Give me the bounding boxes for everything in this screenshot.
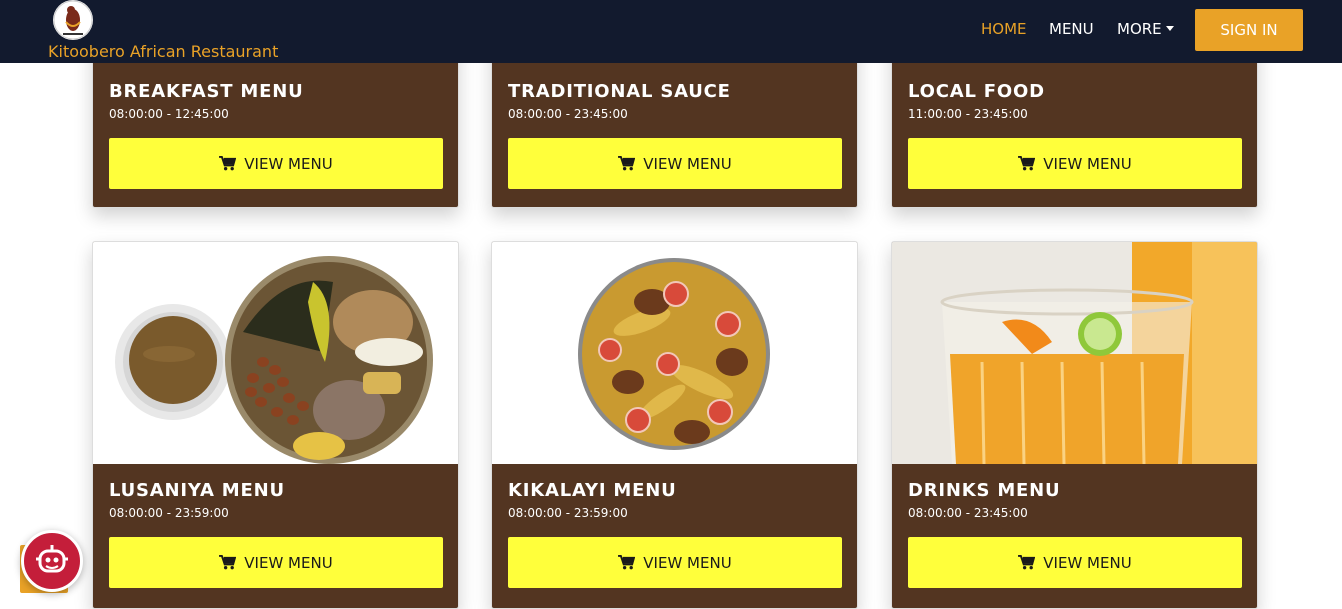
drinks-image[interactable] xyxy=(892,242,1257,464)
restaurant-logo-icon[interactable] xyxy=(53,0,93,40)
menu-card-local-food: LOCAL FOOD 11:00:00 - 23:45:00 VIEW MENU xyxy=(891,40,1258,208)
cart-icon xyxy=(618,156,636,171)
card-title: TRADITIONAL SAUCE xyxy=(508,81,731,102)
card-hours: 08:00:00 - 23:45:00 xyxy=(908,506,1028,520)
view-menu-button[interactable]: VIEW MENU xyxy=(109,138,443,189)
card-title: KIKALAYI MENU xyxy=(508,480,677,501)
card-hours: 08:00:00 - 23:59:00 xyxy=(508,506,628,520)
menu-card-drinks: DRINKS MENU 08:00:00 - 23:45:00 VIEW MEN… xyxy=(891,241,1258,609)
cart-icon xyxy=(1018,156,1036,171)
card-hours: 11:00:00 - 23:45:00 xyxy=(908,107,1028,121)
nav-more-dropdown[interactable]: MORE xyxy=(1117,20,1174,38)
view-menu-label: VIEW MENU xyxy=(244,154,333,173)
cart-icon xyxy=(618,555,636,570)
card-hours: 08:00:00 - 23:45:00 xyxy=(508,107,628,121)
nav-menu-link[interactable]: MENU xyxy=(1049,20,1094,38)
cart-icon xyxy=(219,156,237,171)
view-menu-label: VIEW MENU xyxy=(1043,553,1132,572)
view-menu-button[interactable]: VIEW MENU xyxy=(109,537,443,588)
nav-home-link[interactable]: HOME xyxy=(981,20,1027,38)
cart-icon xyxy=(219,555,237,570)
card-title: LOCAL FOOD xyxy=(908,81,1045,102)
cart-icon xyxy=(1018,555,1036,570)
view-menu-label: VIEW MENU xyxy=(244,553,333,572)
chatbot-button[interactable] xyxy=(21,530,83,592)
brand-name[interactable]: Kitoobero African Restaurant xyxy=(48,42,278,61)
lusaniya-food-image[interactable] xyxy=(93,242,458,464)
view-menu-button[interactable]: VIEW MENU xyxy=(508,138,842,189)
menu-card-traditional-sauce: TRADITIONAL SAUCE 08:00:00 - 23:45:00 VI… xyxy=(491,40,858,208)
card-hours: 08:00:00 - 23:59:00 xyxy=(109,506,229,520)
menu-card-breakfast: BREAKFAST MENU 08:00:00 - 12:45:00 VIEW … xyxy=(92,40,459,208)
menu-card-kikalayi: KIKALAYI MENU 08:00:00 - 23:59:00 VIEW M… xyxy=(491,241,858,609)
sign-in-button[interactable]: SIGN IN xyxy=(1195,9,1303,51)
menu-card-lusaniya: LUSANIYA MENU 08:00:00 - 23:59:00 VIEW M… xyxy=(92,241,459,609)
caret-down-icon xyxy=(1165,26,1174,31)
card-hours: 08:00:00 - 12:45:00 xyxy=(109,107,229,121)
view-menu-label: VIEW MENU xyxy=(1043,154,1132,173)
card-title: BREAKFAST MENU xyxy=(109,81,304,102)
view-menu-button[interactable]: VIEW MENU xyxy=(908,537,1242,588)
nav-more-label: MORE xyxy=(1117,20,1162,38)
view-menu-label: VIEW MENU xyxy=(643,154,732,173)
card-title: LUSANIYA MENU xyxy=(109,480,285,501)
card-title: DRINKS MENU xyxy=(908,480,1061,501)
navbar: Kitoobero African Restaurant HOME MENU M… xyxy=(0,0,1342,63)
view-menu-button[interactable]: VIEW MENU xyxy=(908,138,1242,189)
kikalayi-food-image[interactable] xyxy=(492,242,857,464)
view-menu-label: VIEW MENU xyxy=(643,553,732,572)
view-menu-button[interactable]: VIEW MENU xyxy=(508,537,842,588)
chatbot-icon xyxy=(36,545,68,573)
